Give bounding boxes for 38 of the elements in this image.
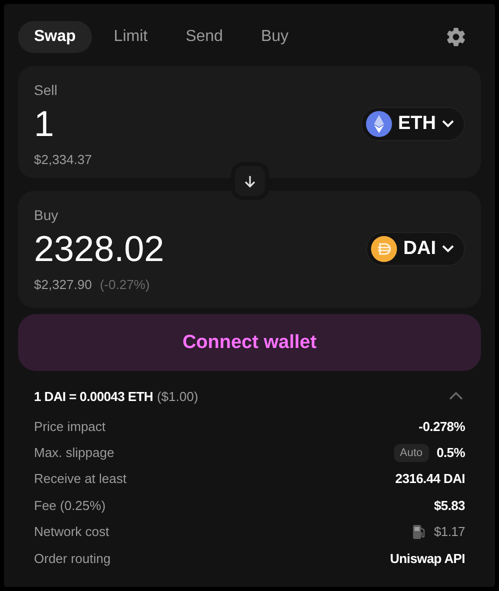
detail-value: $5.83 <box>434 498 465 513</box>
chevron-up-icon[interactable] <box>449 392 463 400</box>
detail-value: 2316.44 DAI <box>395 471 465 486</box>
fiat-value: $2,327.90 <box>34 277 92 292</box>
auto-tag: Auto <box>394 444 429 462</box>
rate-fiat-value: ($1.00) <box>156 388 198 404</box>
switch-direction-button[interactable] <box>230 162 268 200</box>
detail-label: Receive at least <box>34 471 126 486</box>
tab[interactable]: Send <box>170 21 239 53</box>
token-selector[interactable]: ETH <box>361 107 465 141</box>
chevron-down-icon <box>442 245 454 253</box>
tab[interactable]: Buy <box>244 21 305 53</box>
detail-value: 0.5% <box>436 445 465 460</box>
settings-icon[interactable] <box>445 26 467 48</box>
tab[interactable]: Limit <box>98 21 164 53</box>
detail-value: -0.278% <box>418 418 465 434</box>
price-change: (-0.27%) <box>100 277 150 292</box>
connect-wallet-button[interactable]: Connect wallet <box>18 314 481 371</box>
coin-icon <box>371 236 398 262</box>
detail-value: Uniswap API <box>390 550 465 566</box>
detail-value: $1.17 <box>434 524 465 540</box>
arrow-down-icon <box>244 174 256 188</box>
detail-label: Network cost <box>34 524 110 540</box>
detail-label: Fee (0.25%) <box>34 498 106 513</box>
amount-value: 1 <box>34 102 54 146</box>
amount-value: 2328.02 <box>34 227 164 271</box>
fiat-value: $2,334.37 <box>34 152 92 167</box>
exchange-rate: 1 DAI = 0.00043 ETH <box>34 388 153 404</box>
detail-label: Max. slippage <box>34 445 114 460</box>
detail-label: Price impact <box>34 418 106 434</box>
card-label: Sell <box>34 82 58 98</box>
ethereum-icon <box>366 111 392 137</box>
card-label: Buy <box>34 207 58 223</box>
detail-label: Order routing <box>34 550 111 566</box>
fuel-pump-icon <box>412 524 426 539</box>
token-selector[interactable]: DAI <box>366 232 465 266</box>
tab[interactable]: Swap <box>18 21 92 53</box>
chevron-down-icon <box>442 120 454 128</box>
